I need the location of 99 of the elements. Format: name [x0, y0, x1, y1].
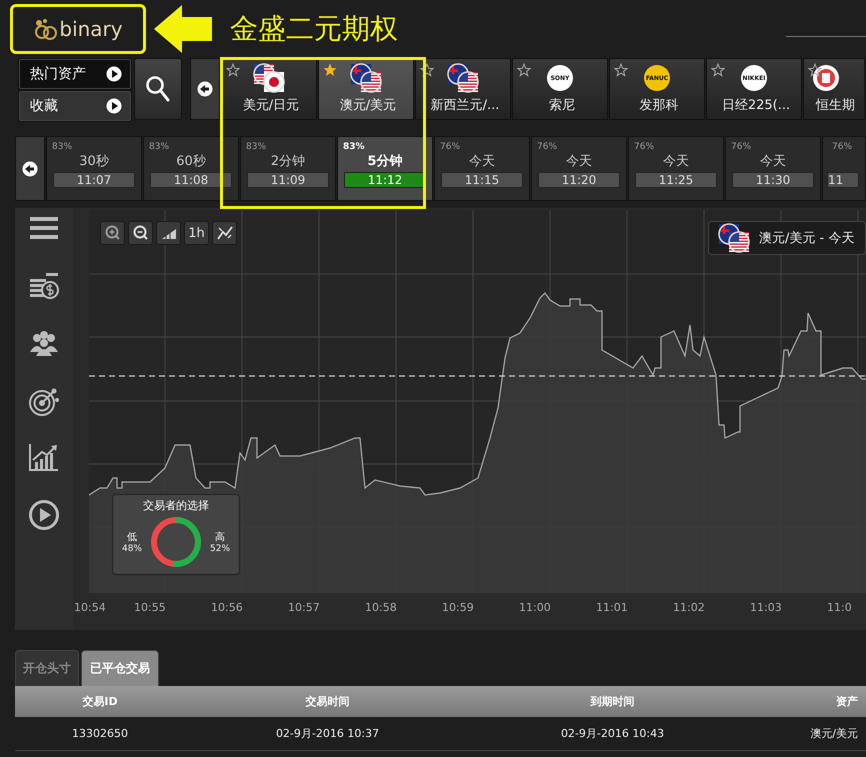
expiry-time: 11:07	[53, 172, 135, 188]
payout-text: 76%	[537, 142, 558, 152]
table-cell-text: 02-9月-2016 10:43	[560, 726, 666, 741]
flag-pair-icon	[717, 223, 751, 253]
scroll-left-button[interactable]	[15, 136, 45, 201]
logo-text: binary	[59, 16, 123, 40]
time-label: 11:01	[596, 601, 628, 614]
low-label: 低	[126, 531, 137, 544]
high-label: 高	[215, 530, 225, 544]
asset-name: 澳元/美元	[338, 97, 396, 114]
expiry-label: 今天	[469, 153, 495, 170]
expiry-label: 今天	[760, 153, 786, 170]
payout-text: 83%	[343, 142, 365, 152]
zoom-out-button[interactable]	[128, 221, 153, 245]
expiry-time: 11:25	[635, 172, 717, 188]
asset-tab[interactable]: 恒生期	[803, 58, 865, 120]
expiry-time: 11:09	[247, 172, 329, 188]
asset-tab[interactable]: 美元/日元	[221, 58, 317, 120]
payout-text: 76%	[440, 142, 460, 152]
expiry-label: 30秒	[79, 153, 109, 170]
scroll-left-button[interactable]	[190, 58, 220, 120]
badge-label: 澳元/美元 - 今天	[759, 230, 854, 247]
column-header: 交易ID	[81, 694, 119, 709]
time-label: 10:55	[134, 601, 166, 614]
expiry-tab[interactable]: 76% 今天 11:20	[531, 136, 627, 201]
low-percent: 48%	[122, 544, 142, 554]
expiry-label: 今天	[566, 153, 592, 170]
asset-tab[interactable]: 新西兰元/...	[415, 58, 511, 120]
chart-type-button[interactable]	[156, 221, 181, 245]
expiry-tab[interactable]: 83% 60秒 11:08	[143, 136, 239, 201]
expiry-tab[interactable]: 83% 5分钟 11:12	[337, 136, 433, 201]
line-chart-button[interactable]	[212, 221, 237, 245]
annotation-title: 金盛二元期权	[230, 10, 398, 46]
time-label: 11:03	[750, 601, 782, 614]
expiry-time: 11:20	[538, 172, 620, 188]
asset-name: 索尼	[548, 97, 575, 114]
expiry-tab[interactable]: 83% 30秒 11:07	[46, 136, 142, 201]
time-label: 11:0	[827, 601, 852, 614]
play-icon[interactable]	[28, 499, 60, 531]
payout-text: 83%	[52, 142, 72, 152]
flag-pair-icon	[349, 63, 383, 93]
asset-tab[interactable]: 澳元/美元	[318, 58, 414, 120]
table-cell-text: 澳元/美元	[809, 726, 859, 741]
column-header: 交易时间	[304, 694, 350, 709]
expiry-tab[interactable]: 83% 2分钟 11:09	[240, 136, 336, 201]
arrow-icon	[152, 2, 214, 54]
expiry-label: 60秒	[176, 153, 206, 170]
expiry-tab[interactable]: 76% 今天 11:15	[434, 136, 530, 201]
expiry-time: 11:15	[441, 172, 523, 188]
asset-name: 发那科	[638, 97, 678, 114]
payout-text: 83%	[149, 142, 170, 152]
asset-name: 日经225(...	[720, 97, 790, 114]
table-cell-text: 02-9月-2016 10:37	[274, 726, 380, 741]
expiry-time: 11:30	[732, 172, 814, 188]
expiry-time: 11:08	[150, 172, 232, 188]
payout-text: 76%	[634, 142, 654, 152]
search-button[interactable]	[134, 58, 182, 120]
logo-icon	[33, 16, 58, 40]
high-percent: 52%	[210, 544, 230, 554]
category-button[interactable]: 热门资产	[19, 59, 131, 89]
expiry-time: 11	[827, 172, 859, 188]
time-label: 10:59	[442, 601, 474, 614]
search-icon	[145, 75, 171, 103]
chart-icon[interactable]	[28, 442, 60, 474]
flag-pair-icon	[446, 63, 480, 93]
expiry-tab[interactable]: 76% 今天 11:30	[725, 136, 821, 201]
time-label: 10:56	[211, 601, 243, 614]
zoom-in-icon	[104, 225, 120, 241]
payout-text: 76%	[731, 142, 752, 152]
time-label: 10:57	[288, 601, 320, 614]
play-icon	[106, 66, 122, 82]
expiry-label: 2分钟	[270, 153, 306, 170]
timeframe-button[interactable]: 1h	[184, 221, 209, 245]
expiry-tab[interactable]: 76% 今天 11:25	[628, 136, 724, 201]
payout-text: 76%	[832, 142, 852, 152]
asset-name: 美元/日元	[242, 97, 300, 114]
asset-name: 新西兰元/...	[430, 97, 500, 114]
asset-name: 恒生期	[814, 97, 855, 114]
play-icon	[106, 98, 122, 114]
line-chart-icon	[216, 225, 232, 241]
trade-tab[interactable]: 开仓头寸	[15, 650, 79, 686]
expiry-time: 11:12	[344, 172, 426, 188]
sentiment-title: 交易者的选择	[143, 498, 209, 513]
column-header: 到期时间	[589, 694, 636, 709]
donut-chart	[148, 514, 204, 570]
time-label: 11:00	[519, 601, 551, 614]
expiry-label: 5分钟	[367, 153, 403, 170]
category-button[interactable]: 收藏	[19, 91, 131, 121]
time-label: 10:58	[365, 601, 397, 614]
expiry-label: 今天	[663, 153, 689, 170]
flag-pair-icon	[252, 63, 286, 93]
zoom-out-icon	[132, 225, 148, 241]
time-label: 10:54	[74, 601, 106, 614]
payout-text: 83%	[246, 142, 266, 152]
time-label: 11:02	[673, 601, 705, 614]
expiry-tab[interactable]: 76% 11	[822, 136, 866, 201]
zoom-in-button[interactable]	[100, 221, 125, 245]
table-cell-text: 13302650	[71, 727, 129, 740]
column-header: 资产	[835, 694, 859, 709]
